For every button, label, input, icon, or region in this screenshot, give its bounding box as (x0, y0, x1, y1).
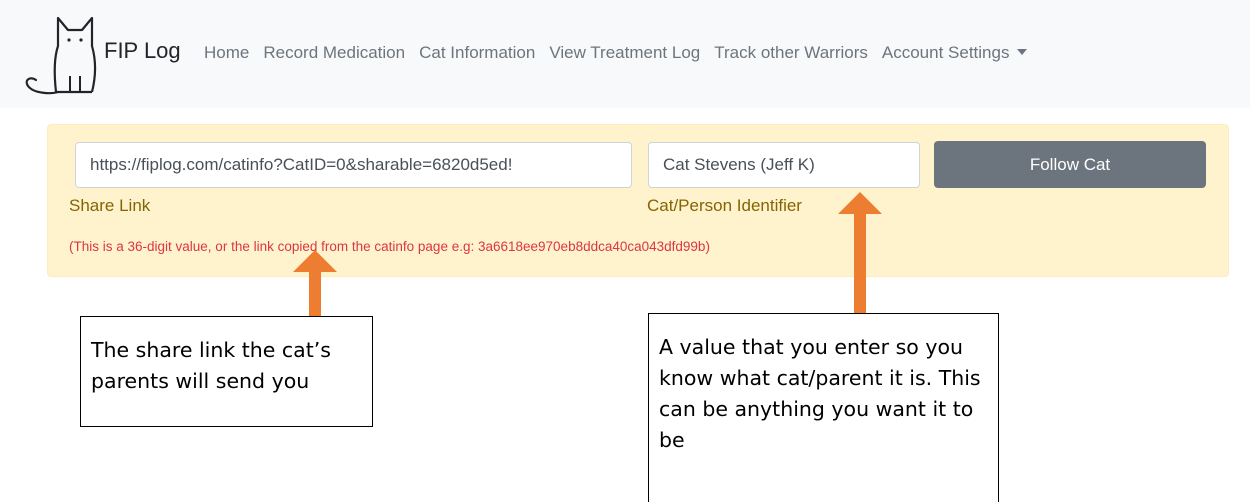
navbar: FIP Log Home Record Medication Cat Infor… (0, 0, 1250, 108)
nav-account-settings-dropdown[interactable]: Account Settings (882, 43, 1028, 63)
nav-view-treatment-log[interactable]: View Treatment Log (549, 43, 700, 63)
nav-home[interactable]: Home (204, 43, 249, 63)
follow-cat-button[interactable]: Follow Cat (934, 141, 1206, 188)
arrow-up-right-icon (838, 192, 882, 315)
nav-track-other-warriors[interactable]: Track other Warriors (714, 43, 868, 63)
callout-right-line-2: know what cat/parent it is. This (659, 366, 981, 390)
nav-cat-information[interactable]: Cat Information (419, 43, 535, 63)
callout-identifier: A value that you enter so you know what … (648, 313, 999, 502)
callout-share-link: The share link the cat’s parents will se… (80, 316, 373, 427)
callout-right-line-3: can be anything you want it to be (659, 397, 974, 452)
nav-record-medication[interactable]: Record Medication (263, 43, 405, 63)
arrow-up-left-icon (293, 250, 337, 320)
share-link-hint: (This is a 36-digit value, or the link c… (69, 239, 710, 254)
callout-right-line-1: A value that you enter so you (659, 335, 963, 359)
callout-left-line-1: The share link the cat’s (91, 338, 331, 362)
nav-links: Home Record Medication Cat Information V… (204, 43, 1041, 63)
identifier-label: Cat/Person Identifier (647, 196, 802, 215)
brand[interactable]: FIP Log (22, 12, 181, 96)
share-link-label: Share Link (69, 196, 151, 215)
cat-logo-icon (25, 16, 97, 95)
identifier-input[interactable]: Cat Stevens (Jeff K) (648, 142, 920, 188)
share-link-input[interactable]: https://fiplog.com/catinfo?CatID=0&shara… (75, 142, 632, 188)
follow-cat-panel: https://fiplog.com/catinfo?CatID=0&shara… (47, 124, 1229, 277)
brand-text: FIP Log (104, 38, 181, 63)
callout-left-line-2: parents will send you (91, 369, 310, 393)
